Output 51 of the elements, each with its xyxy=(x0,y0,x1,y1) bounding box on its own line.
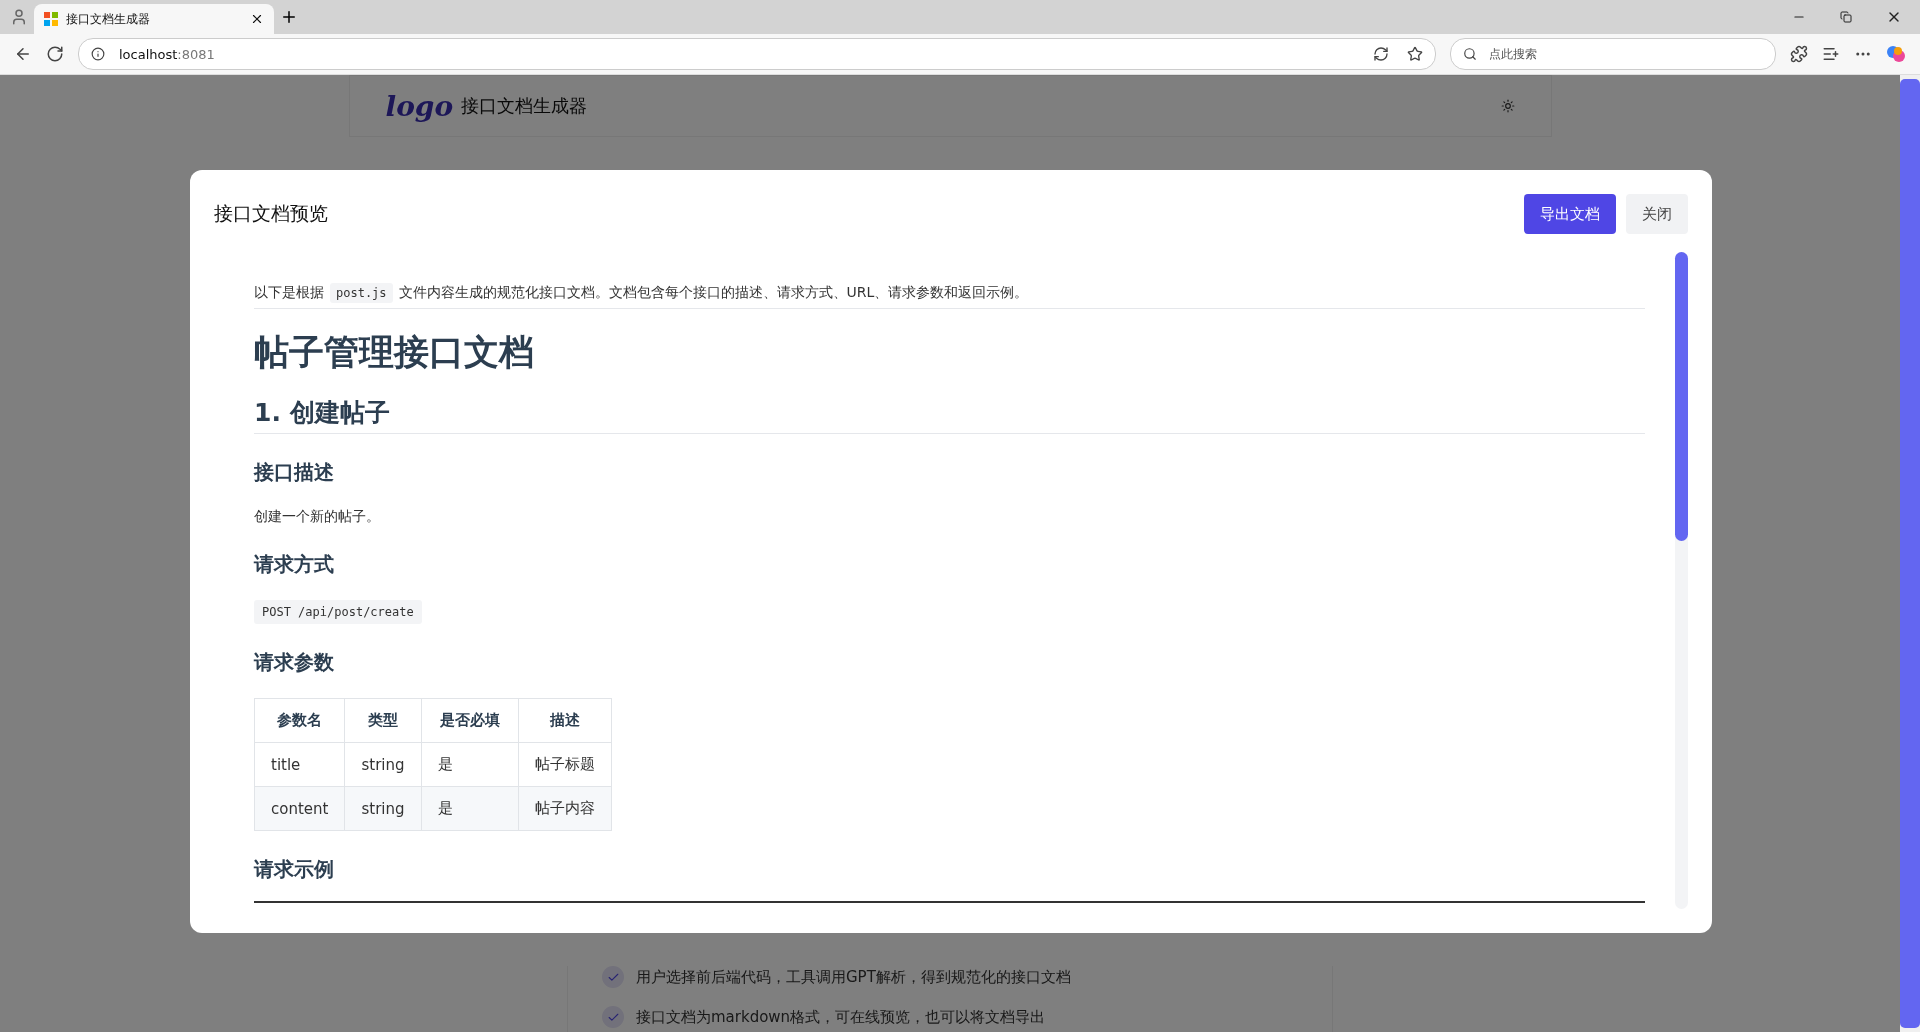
document-title: 帖子管理接口文档 xyxy=(254,331,535,374)
logo: logo xyxy=(385,89,454,123)
favicon-icon xyxy=(44,12,58,26)
close-icon[interactable] xyxy=(250,12,264,26)
table-cell: 帖子内容 xyxy=(518,786,611,831)
check-icon xyxy=(602,966,624,988)
table-cell: string xyxy=(344,786,421,831)
table-header-cell: 类型 xyxy=(344,698,421,743)
new-tab-icon[interactable] xyxy=(280,8,298,26)
section-heading: 1. 创建帖子 xyxy=(254,396,1645,434)
close-button[interactable]: 关闭 xyxy=(1626,194,1688,234)
table-header-cell: 参数名 xyxy=(254,698,345,743)
extensions-icon[interactable] xyxy=(1790,45,1808,63)
subsection-heading: 接口描述 xyxy=(254,459,335,486)
tab-title: 接口文档生成器 xyxy=(66,10,151,28)
table-cell: 是 xyxy=(421,742,518,787)
export-button[interactable]: 导出文档 xyxy=(1524,194,1616,234)
profile-icon[interactable] xyxy=(10,8,28,26)
table-cell: content xyxy=(254,786,345,831)
url-text: localhost:8081 xyxy=(119,46,215,62)
search-input[interactable]: 点此搜索 xyxy=(1487,46,1763,62)
theme-toggle[interactable] xyxy=(1500,99,1515,113)
info-icon[interactable] xyxy=(91,47,105,61)
scrollbar[interactable] xyxy=(1675,252,1688,909)
feature-text: 用户选择前后端代码，工具调用GPT解析，得到规范化的接口文档 xyxy=(636,967,1071,987)
table-cell: string xyxy=(344,742,421,787)
table-header-cell: 是否必填 xyxy=(421,698,518,743)
table-cell: 帖子标题 xyxy=(518,742,611,787)
feature-text: 接口文档为markdown格式，可在线预览，也可以将文档导出 xyxy=(636,1007,1046,1027)
intro-paragraph: 以下是根据 post.js 文件内容生成的规范化接口文档。文档包含每个接口的描述、请求方式、URL、请求参数和返回示例。 xyxy=(254,284,1645,309)
search-field[interactable]: 点此搜索 xyxy=(1450,38,1776,70)
search-icon[interactable] xyxy=(1463,47,1477,61)
paragraph: 创建一个新的帖子。 xyxy=(254,508,381,526)
subsection-heading: 请求方式 xyxy=(254,551,335,578)
subsection-heading: 请求示例 xyxy=(254,856,335,883)
browser-tab[interactable]: 接口文档生成器 xyxy=(34,4,274,34)
table-header-cell: 描述 xyxy=(518,698,611,743)
check-icon xyxy=(602,1006,624,1028)
favorite-icon[interactable] xyxy=(1407,46,1423,62)
favorites-icon[interactable] xyxy=(1822,45,1840,63)
code-snippet: POST /api/post/create xyxy=(254,600,422,624)
app-title: 接口文档生成器 xyxy=(461,94,588,118)
dialog-title: 接口文档预览 xyxy=(214,201,329,226)
subsection-heading: 请求参数 xyxy=(254,649,335,676)
table-cell: 是 xyxy=(421,786,518,831)
reload-icon[interactable] xyxy=(46,45,64,63)
page-scrollbar[interactable] xyxy=(1900,75,1920,1032)
restore-icon[interactable] xyxy=(1840,11,1852,23)
table-cell: title xyxy=(254,742,345,787)
back-icon[interactable] xyxy=(14,45,32,63)
address-bar[interactable]: localhost:8081 xyxy=(78,38,1436,70)
